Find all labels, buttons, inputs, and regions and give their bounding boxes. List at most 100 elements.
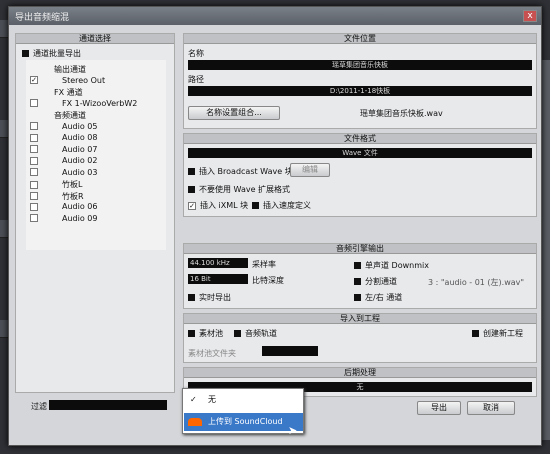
ixml-option[interactable]: ✓ 插入 iXML 块: [188, 200, 248, 211]
channel-checkbox[interactable]: [30, 122, 38, 130]
channel-item[interactable]: FX 通道: [54, 87, 83, 98]
pool-checkbox[interactable]: [188, 330, 195, 337]
format-select[interactable]: Wave 文件: [188, 148, 532, 158]
path-label: 路径: [188, 75, 204, 84]
channel-label: 输出通道: [54, 65, 86, 74]
pool-option[interactable]: 素材池: [188, 328, 223, 339]
bit-depth-select[interactable]: 16 Bit: [188, 274, 248, 284]
channel-item[interactable]: Audio 06: [30, 202, 98, 211]
cancel-button[interactable]: 取消: [467, 401, 515, 415]
channel-label: 竹板L: [62, 180, 83, 189]
no-wave-ext-label: 不要使用 Wave 扩展格式: [199, 185, 291, 194]
channel-item[interactable]: Audio 02: [30, 156, 97, 165]
channel-checkbox[interactable]: ✓: [30, 76, 38, 84]
new-project-checkbox[interactable]: [472, 330, 479, 337]
channel-item[interactable]: Audio 07: [30, 145, 97, 154]
channel-item[interactable]: 输出通道: [54, 64, 86, 75]
broadcast-option[interactable]: 插入 Broadcast Wave 块: [188, 166, 293, 177]
sample-rate-select[interactable]: 44.100 kHz: [188, 258, 248, 268]
mouse-cursor-icon: ➤: [288, 424, 298, 437]
channel-checkbox[interactable]: [30, 145, 38, 153]
tempo-checkbox[interactable]: [252, 202, 259, 209]
lr-option[interactable]: 左/右 通道: [354, 292, 402, 303]
path-field[interactable]: D:\2011-1-18快板: [188, 86, 532, 96]
dropdown-item-none[interactable]: ✓ 无: [184, 391, 303, 409]
file-location-header: 文件位置: [184, 34, 536, 44]
channel-item[interactable]: FX 1-WizooVerbW2: [30, 98, 138, 108]
channel-label: FX 1-WizooVerbW2: [62, 98, 138, 108]
channel-checkbox[interactable]: [30, 180, 38, 189]
realtime-option[interactable]: 实时导出: [188, 292, 231, 303]
channel-select-header: 通道选择: [16, 34, 174, 44]
channel-label: 音频通道: [54, 111, 86, 120]
ixml-label: 插入 iXML 块: [200, 201, 249, 210]
channel-tree[interactable]: 输出通道 ✓ Stereo Out FX 通道 FX 1-WizooVerbW2 音频通道…: [26, 60, 166, 250]
channel-item[interactable]: 音频通道: [54, 110, 86, 121]
split-option[interactable]: 分割通道: [354, 276, 397, 287]
channel-item[interactable]: Audio 03: [30, 168, 97, 177]
channel-checkbox[interactable]: [30, 168, 38, 176]
broadcast-label: 插入 Broadcast Wave 块: [199, 167, 293, 176]
sample-rate-label: 采样率: [252, 260, 276, 269]
channel-checkbox[interactable]: [30, 214, 38, 222]
no-wave-ext-option[interactable]: 不要使用 Wave 扩展格式: [188, 184, 290, 195]
export-button[interactable]: 导出: [417, 401, 461, 415]
channel-item[interactable]: 竹板R: [30, 191, 84, 202]
audio-engine-section: 音频引擎输出 44.100 kHz 采样率 16 Bit 比特深度 实时导出 单…: [183, 243, 537, 309]
channel-checkbox[interactable]: [30, 192, 38, 200]
channel-item[interactable]: ✓ Stereo Out: [30, 76, 105, 85]
file-format-header: 文件格式: [184, 134, 536, 144]
mono-checkbox[interactable]: [354, 262, 361, 269]
edit-button[interactable]: 编辑: [290, 163, 330, 177]
new-project-option[interactable]: 创建新工程: [472, 328, 523, 339]
name-field[interactable]: 瑶草集团音乐快板: [188, 60, 532, 70]
batch-export-option[interactable]: 通道批量导出: [22, 48, 81, 59]
filter-input[interactable]: [49, 400, 167, 410]
batch-export-checkbox[interactable]: [22, 50, 29, 57]
mono-option[interactable]: 单声道 Downmix: [354, 260, 429, 271]
audio-track-checkbox[interactable]: [234, 330, 241, 337]
dropdown-item-soundcloud-label: 上传到 SoundCloud: [208, 417, 283, 426]
batch-export-label: 通道批量导出: [33, 49, 81, 58]
channel-item[interactable]: Audio 09: [30, 214, 97, 223]
channel-label: Audio 06: [62, 202, 98, 211]
pool-label: 素材池: [199, 329, 223, 338]
export-dialog: 导出音频缩混 x 通道选择 通道批量导出 输出通道 ✓ Stereo Out FX 通…: [8, 6, 542, 446]
post-process-dropdown: ✓ 无 上传到 SoundCloud: [182, 388, 304, 434]
output-filename: 瑶草集团音乐快板.wav: [360, 109, 443, 118]
channel-item[interactable]: Audio 08: [30, 133, 98, 142]
audio-engine-header: 音频引擎输出: [184, 244, 536, 254]
realtime-checkbox[interactable]: [188, 294, 195, 301]
channel-label: Audio 05: [62, 121, 98, 131]
channel-label: FX 通道: [54, 88, 83, 97]
no-wave-ext-checkbox[interactable]: [188, 186, 195, 193]
ixml-checkbox[interactable]: ✓: [188, 201, 196, 210]
tempo-label: 插入速度定义: [263, 201, 311, 210]
tempo-option[interactable]: 插入速度定义: [252, 200, 311, 211]
pool-folder-field[interactable]: [262, 346, 318, 356]
broadcast-checkbox[interactable]: [188, 168, 195, 175]
lr-label: 左/右 通道: [365, 293, 403, 302]
pool-folder-label: 素材池文件夹: [188, 349, 236, 358]
channel-item[interactable]: Audio 05: [30, 121, 98, 131]
new-project-label: 创建新工程: [483, 329, 523, 338]
channel-checkbox[interactable]: [30, 156, 38, 165]
channel-label: Audio 08: [62, 133, 98, 142]
bit-depth-label: 比特深度: [252, 276, 284, 285]
split-pattern[interactable]: 3 : "audio - 01 (左).wav": [428, 277, 524, 288]
split-checkbox[interactable]: [354, 278, 361, 285]
audio-track-option[interactable]: 音频轨道: [234, 328, 277, 339]
channel-item[interactable]: 竹板L: [30, 179, 83, 190]
import-header: 导入到工程: [184, 314, 536, 324]
lr-checkbox[interactable]: [354, 294, 361, 301]
naming-scheme-button[interactable]: 名称设置组合...: [188, 106, 280, 120]
channel-checkbox[interactable]: [30, 99, 38, 107]
audio-track-label: 音频轨道: [245, 329, 277, 338]
check-icon: ✓: [190, 395, 197, 404]
channel-checkbox[interactable]: [30, 202, 38, 211]
dropdown-item-soundcloud[interactable]: 上传到 SoundCloud: [184, 413, 303, 431]
dialog-title: 导出音频缩混: [15, 13, 70, 23]
close-button[interactable]: x: [523, 10, 537, 22]
post-process-header: 后期处理: [184, 368, 536, 378]
channel-checkbox[interactable]: [30, 133, 38, 142]
